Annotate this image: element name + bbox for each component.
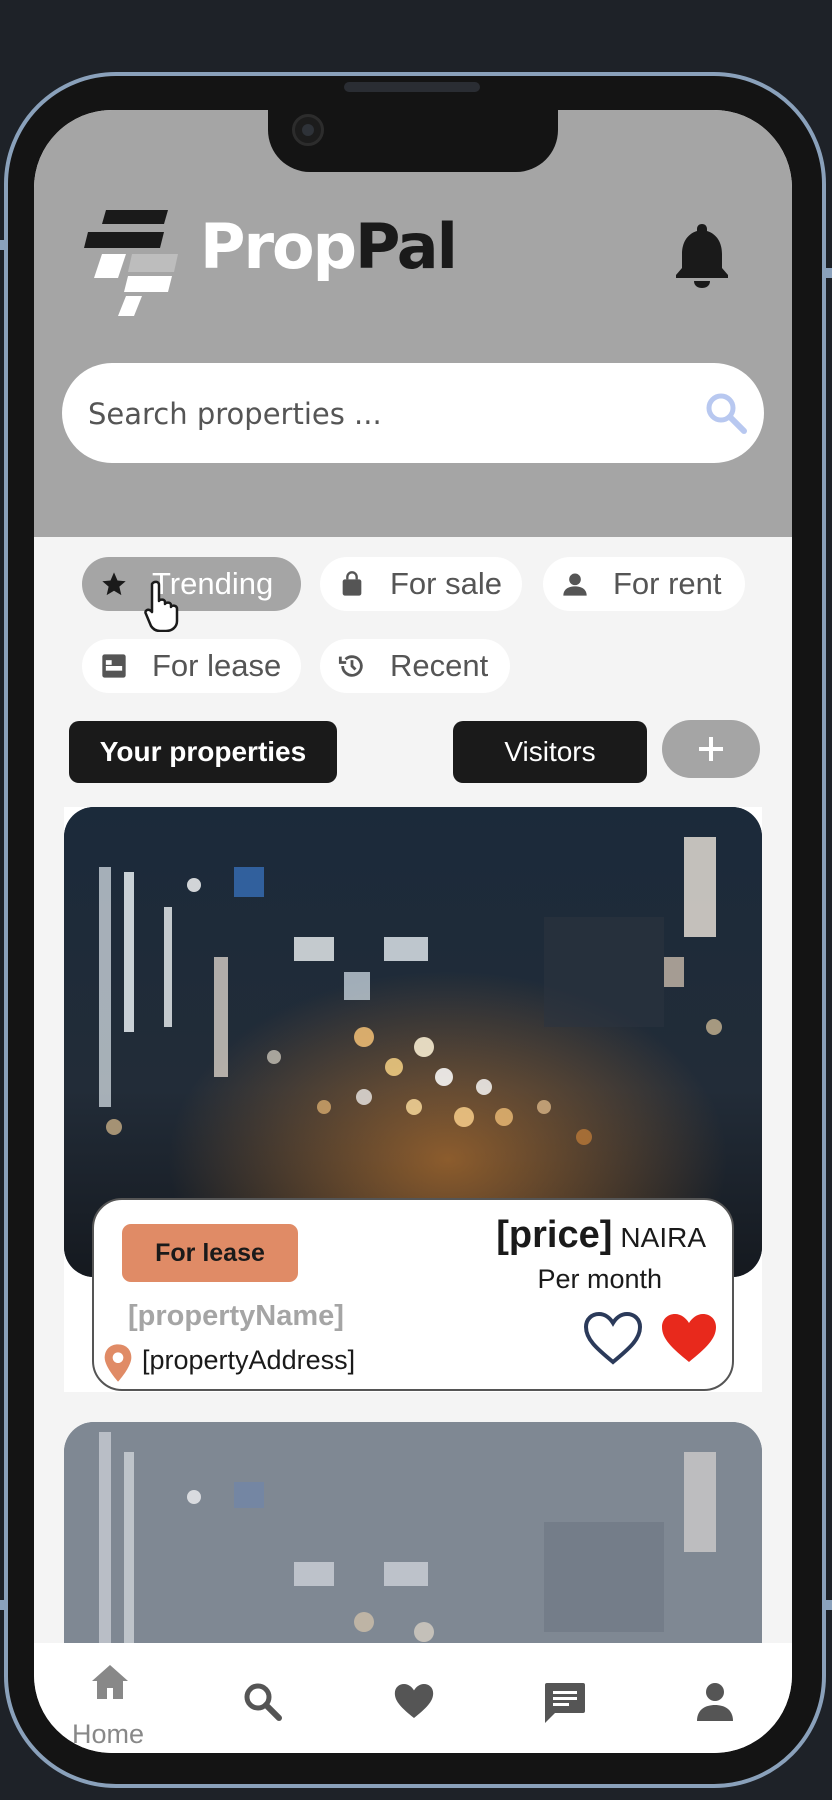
property-info-panel: For lease [price] NAIRA Per month [proper… bbox=[92, 1198, 734, 1391]
side-button bbox=[0, 1600, 6, 1610]
phone-speaker bbox=[344, 82, 480, 92]
filter-for-lease[interactable]: For lease bbox=[82, 639, 301, 693]
person-icon bbox=[563, 573, 587, 596]
filter-recent[interactable]: Recent bbox=[320, 639, 510, 693]
heart-filled-icon[interactable] bbox=[658, 1310, 720, 1366]
side-button bbox=[826, 1600, 832, 1610]
nav-home-label[interactable]: Home bbox=[72, 1719, 144, 1750]
brand-name: PropPal bbox=[200, 210, 458, 283]
property-price: [price] NAIRA bbox=[496, 1214, 706, 1256]
shopping-bag-icon bbox=[342, 571, 362, 596]
app-screen: PropPal Trending For sale For rent For l… bbox=[34, 110, 792, 1753]
property-name: [propertyName] bbox=[128, 1300, 344, 1332]
app-header: PropPal bbox=[34, 110, 792, 537]
listing-type-badge: For lease bbox=[122, 1224, 298, 1282]
heart-icon[interactable] bbox=[392, 1681, 436, 1721]
property-address: [propertyAddress] bbox=[142, 1345, 356, 1375]
hand-cursor-icon bbox=[144, 580, 179, 632]
side-button bbox=[826, 268, 832, 278]
search-icon[interactable] bbox=[242, 1681, 282, 1721]
filter-for-rent[interactable]: For rent bbox=[543, 557, 745, 611]
front-camera bbox=[292, 114, 324, 146]
history-icon bbox=[338, 655, 363, 677]
search-icon[interactable] bbox=[704, 391, 748, 435]
location-pin-icon bbox=[104, 1344, 132, 1382]
heart-outline-icon[interactable] bbox=[582, 1310, 644, 1366]
bell-icon[interactable] bbox=[674, 222, 730, 288]
star-icon bbox=[102, 572, 126, 596]
profile-icon[interactable] bbox=[697, 1681, 733, 1721]
side-button bbox=[0, 240, 6, 250]
tab-your-properties[interactable]: Your properties bbox=[69, 721, 337, 783]
proppal-logo-icon bbox=[84, 210, 178, 316]
plus-icon bbox=[699, 737, 723, 761]
property-card[interactable]: For lease [price] NAIRA Per month [proper… bbox=[64, 807, 762, 1392]
filter-for-sale[interactable]: For sale bbox=[320, 557, 522, 611]
property-card[interactable] bbox=[64, 1422, 762, 1662]
add-property-button[interactable] bbox=[662, 720, 760, 778]
tab-visitors[interactable]: Visitors bbox=[453, 721, 647, 783]
filter-trending[interactable]: Trending bbox=[82, 557, 301, 611]
bed-icon bbox=[102, 654, 126, 678]
search-input[interactable] bbox=[86, 383, 690, 445]
search-bar bbox=[62, 363, 764, 463]
home-icon[interactable] bbox=[90, 1663, 130, 1701]
price-period: Per month bbox=[537, 1264, 662, 1294]
chat-icon[interactable] bbox=[543, 1681, 587, 1723]
property-photo bbox=[64, 1422, 762, 1662]
bottom-nav: Home bbox=[34, 1643, 792, 1753]
